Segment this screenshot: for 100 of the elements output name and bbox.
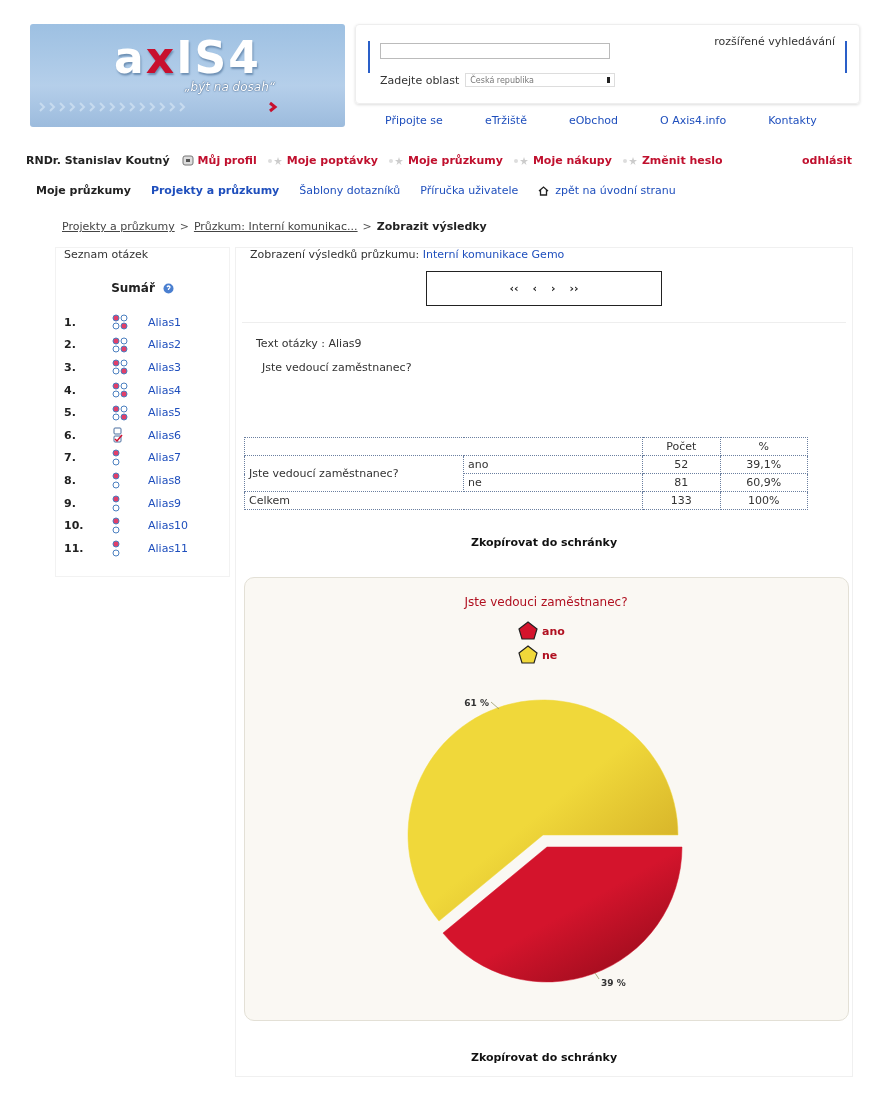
star-icon: [388, 156, 404, 165]
survey-link[interactable]: Interní komunikace Gemo: [422, 248, 565, 261]
search-field[interactable]: [380, 43, 610, 59]
question-link[interactable]: Alias6: [148, 428, 182, 442]
user-name: RNDr. Stanislav Koutný: [26, 154, 170, 167]
table-cell: 39,1%: [720, 455, 808, 474]
user-link[interactable]: Moje průzkumy: [388, 154, 503, 167]
summary-heading: Sumář: [111, 281, 155, 295]
breadcrumb-separator: >: [179, 220, 189, 233]
question-number: 11.: [64, 541, 85, 555]
nav-link[interactable]: eTržiště: [484, 114, 527, 127]
table-header: Počet: [642, 437, 721, 456]
breadcrumb-current: Zobrazit výsledky: [376, 220, 487, 233]
radio-icon: [112, 517, 120, 535]
question-link[interactable]: Alias4: [148, 383, 182, 397]
question-link[interactable]: Alias8: [148, 473, 182, 487]
user-link[interactable]: Moje nákupy: [512, 154, 612, 167]
nav-link[interactable]: O Axis4.info: [660, 114, 727, 127]
question-number: 8.: [64, 473, 77, 487]
breadcrumb-separator: >: [362, 220, 372, 233]
area-select[interactable]: Česká republika: [465, 73, 616, 87]
user-link[interactable]: Můj profil: [181, 154, 257, 167]
question-number: 7.: [64, 451, 77, 465]
question-link[interactable]: Alias10: [148, 519, 189, 533]
table-cell: Celkem: [244, 491, 643, 510]
help-icon[interactable]: [162, 282, 174, 294]
results-heading: Zobrazení výsledků průzkumu: Interní komunikace Gemo: [249, 248, 566, 261]
table-cell: Jste vedoucí zaměstnanec?: [244, 455, 464, 492]
nav-tab[interactable]: Projekty a průzkumy: [150, 184, 280, 197]
tagline: „být na dosah“: [184, 80, 275, 94]
pager-link[interactable]: ‹‹: [509, 282, 519, 295]
radio-icon: [112, 471, 120, 489]
question-number: 5.: [64, 406, 77, 420]
question-link[interactable]: Alias1: [148, 315, 182, 329]
area-label: Zadejte oblast: [380, 73, 460, 87]
radio-grid-icon: [112, 382, 128, 399]
table-cell: 81: [642, 473, 721, 492]
radio-icon: [112, 494, 120, 512]
nav-link[interactable]: eObchod: [568, 114, 619, 127]
pager-link[interactable]: ›: [551, 282, 556, 295]
nav-tab[interactable]: Šablony dotazníků: [299, 184, 401, 197]
leader-line: [594, 972, 600, 980]
question-label: Text otázky : Alias9: [256, 337, 363, 350]
legend-label: ano: [542, 625, 565, 638]
question-text: Jste vedoucí zaměstnanec?: [262, 361, 413, 374]
nav-tab[interactable]: zpět na úvodní stranu: [538, 184, 676, 197]
question-link[interactable]: Alias5: [148, 406, 182, 420]
checkbox-icon: [112, 426, 124, 444]
question-link[interactable]: Alias3: [148, 361, 182, 374]
dropdown-icon: [607, 77, 611, 83]
copy-link[interactable]: Zkopírovat do schránky: [470, 536, 618, 549]
question-link[interactable]: Alias2: [148, 338, 182, 352]
table-cell: 60,9%: [720, 473, 808, 492]
radio-icon: [112, 449, 120, 467]
leader-line: [490, 701, 500, 710]
pager-link[interactable]: ››: [569, 282, 579, 295]
radio-grid-icon: [112, 314, 128, 331]
nav-tab[interactable]: Příručka uživatele: [420, 184, 519, 197]
question-number: 2.: [64, 338, 77, 352]
table-header: %: [720, 437, 808, 456]
question-link[interactable]: Alias9: [148, 496, 182, 510]
question-number: 1.: [64, 315, 77, 329]
home-icon: [538, 185, 550, 196]
value-label: 61 %: [464, 698, 489, 708]
question-link[interactable]: Alias7: [148, 451, 182, 465]
chart-title: Jste vedouci zaměstnanec?: [464, 595, 628, 609]
star-icon: [512, 156, 529, 165]
radio-grid-icon: [112, 404, 128, 421]
user-link[interactable]: Změnit heslo: [621, 154, 723, 167]
breadcrumb-link[interactable]: Projekty a průzkumy: [62, 220, 175, 233]
value-label: 39 %: [601, 978, 626, 988]
question-number: 4.: [64, 383, 77, 397]
pager-link[interactable]: ‹: [532, 282, 537, 295]
user-link[interactable]: Moje poptávky: [266, 154, 378, 167]
table-cell: 100%: [720, 491, 808, 510]
logout-link[interactable]: odhlásit: [801, 154, 852, 167]
question-number: 3.: [64, 361, 77, 374]
star-icon: [266, 156, 283, 165]
copy-link[interactable]: Zkopírovat do schránky: [470, 1051, 618, 1064]
table-cell: 133: [642, 491, 721, 510]
breadcrumb-link[interactable]: Průzkum: Interní komunikac...: [193, 220, 358, 233]
radio-icon: [112, 539, 120, 557]
star-icon: [621, 156, 638, 165]
question-number: 9.: [64, 496, 77, 510]
advanced-search-link[interactable]: rozšířené vyhledávání: [714, 33, 835, 95]
nav-link[interactable]: Kontakty: [768, 114, 817, 127]
sidebar-title: Seznam otázek: [64, 248, 150, 261]
table-cell: 52: [642, 455, 721, 474]
profile-icon: [181, 155, 194, 166]
radio-grid-icon: [112, 359, 128, 376]
question-link[interactable]: Alias11: [148, 541, 189, 555]
table-cell: ne: [463, 473, 643, 492]
logo-text: axIS4: [114, 36, 261, 80]
radio-grid-icon: [112, 336, 128, 353]
question-number: 6.: [64, 428, 77, 442]
nav-link[interactable]: Připojte se: [385, 114, 443, 127]
question-number: 10.: [64, 519, 85, 533]
section-label: Moje průzkumy: [36, 184, 131, 197]
table-cell: ano: [463, 455, 643, 474]
legend-label: ne: [542, 649, 558, 662]
